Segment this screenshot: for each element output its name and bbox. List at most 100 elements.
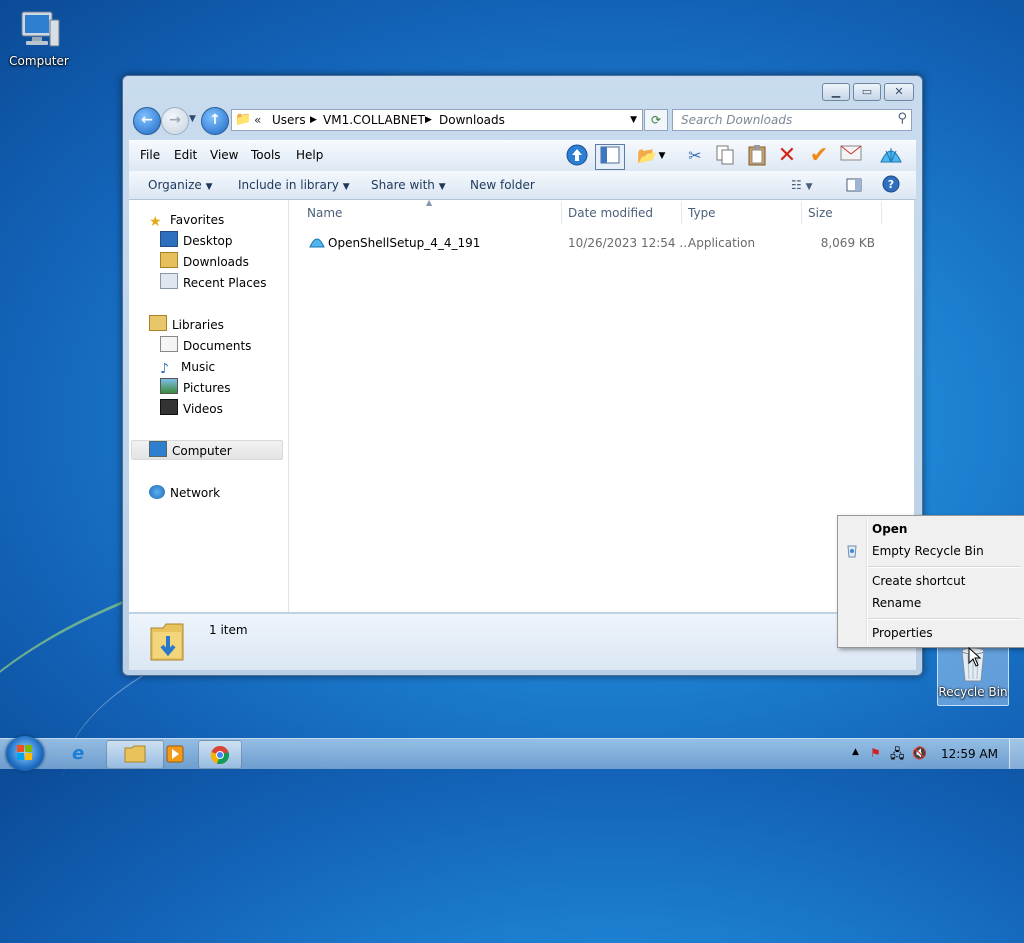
downloads-folder-icon	[160, 252, 178, 268]
recycle-bin-small-icon	[845, 544, 859, 561]
arrow-left-icon: ←	[141, 112, 153, 128]
item-count: 1 item	[209, 623, 248, 637]
paste-icon[interactable]	[745, 144, 769, 168]
up-button[interactable]: ↑	[201, 107, 229, 135]
checkmark-icon[interactable]: ✔	[807, 144, 831, 168]
close-window-button[interactable]: ✕	[884, 83, 914, 101]
include-in-library-button[interactable]: Include in library ▼	[238, 178, 350, 192]
star-icon: ★	[149, 214, 162, 230]
show-hidden-icons-icon[interactable]: ▲	[852, 747, 859, 757]
cut-icon[interactable]: ✂	[683, 144, 707, 168]
address-overflow[interactable]: «	[254, 110, 261, 130]
file-type: Application	[688, 236, 756, 250]
menu-bar: File Edit View Tools Help 📂 ▼ ✂ ✕ ✔	[129, 140, 916, 172]
search-box[interactable]: Search Downloads ⚲	[672, 109, 912, 131]
taskbar-windows-explorer[interactable]	[106, 740, 164, 769]
clock[interactable]: 12:59 AM	[941, 747, 998, 761]
minimize-icon: ▁	[831, 85, 841, 98]
network-tray-icon[interactable]: 🖧	[890, 745, 905, 767]
menu-item-create-shortcut[interactable]: Create shortcut	[872, 574, 965, 588]
navigation-pane: ★ Favorites Desktop Downloads Recent Plac…	[129, 200, 289, 612]
include-in-library-label: Include in library	[238, 178, 339, 192]
command-bar: Organize ▼ Include in library ▼ Share wi…	[129, 171, 916, 200]
menu-view[interactable]: View	[210, 148, 238, 162]
menu-gutter	[866, 518, 868, 645]
menu-item-open[interactable]: Open	[872, 522, 907, 536]
breadcrumb-separator-icon[interactable]: ▶	[425, 110, 432, 130]
nav-label: Computer	[172, 444, 232, 458]
preview-pane-button[interactable]	[846, 178, 862, 195]
chevron-down-icon: ▼	[438, 182, 446, 192]
breadcrumb-separator-icon[interactable]: ▶	[310, 110, 317, 130]
search-placeholder: Search Downloads	[681, 113, 793, 127]
recent-pages-dropdown[interactable]: ▼	[189, 114, 196, 124]
desktop-icon-computer[interactable]: Computer	[4, 8, 74, 68]
breadcrumb-user[interactable]: VM1.COLLABNET	[323, 110, 425, 130]
menu-tools[interactable]: Tools	[251, 148, 281, 162]
breadcrumb-downloads[interactable]: Downloads	[439, 110, 505, 130]
recent-places-icon	[160, 273, 178, 289]
address-dropdown-icon[interactable]: ▼	[630, 110, 637, 130]
dropdown-arrow-icon[interactable]: ▼	[655, 144, 669, 168]
nav-music[interactable]: ♪ Music	[160, 357, 215, 377]
taskbar-chrome[interactable]	[198, 740, 242, 769]
nav-label: Favorites	[170, 213, 225, 227]
context-menu: Open Empty Recycle Bin Create shortcut R…	[837, 515, 1024, 648]
delete-icon[interactable]: ✕	[775, 144, 799, 168]
nav-libraries[interactable]: Libraries	[149, 315, 224, 335]
back-button[interactable]: ←	[133, 107, 161, 135]
open-shell-icon[interactable]	[879, 144, 903, 168]
minimize-button[interactable]: ▁	[822, 83, 850, 101]
folder-icon: 📁	[235, 112, 252, 127]
menu-file[interactable]: File	[140, 148, 160, 162]
action-center-icon[interactable]: ⚑	[870, 746, 881, 760]
media-player-icon	[166, 745, 184, 763]
nav-computer[interactable]: Computer	[131, 440, 283, 460]
share-with-button[interactable]: Share with ▼	[371, 178, 446, 192]
menu-help[interactable]: Help	[296, 148, 323, 162]
nav-label: Network	[170, 486, 221, 500]
breadcrumb-users[interactable]: Users	[272, 110, 306, 130]
up-level-icon[interactable]	[565, 144, 589, 168]
computer-icon	[149, 441, 167, 457]
copy-icon[interactable]	[713, 144, 737, 168]
taskbar-internet-explorer[interactable]: e	[54, 740, 110, 767]
libraries-icon	[149, 315, 167, 331]
nav-pictures[interactable]: Pictures	[160, 378, 231, 398]
file-date: 10/26/2023 12:54 ...	[568, 236, 691, 250]
start-button[interactable]	[6, 736, 44, 771]
nav-documents[interactable]: Documents	[160, 336, 251, 356]
share-with-label: Share with	[371, 178, 435, 192]
documents-icon	[160, 336, 178, 352]
nav-network[interactable]: Network	[149, 483, 220, 503]
nav-label: Downloads	[183, 255, 249, 269]
desktop-icon	[160, 231, 178, 247]
nav-favorites[interactable]: ★ Favorites	[149, 210, 224, 230]
menu-item-empty-recycle-bin[interactable]: Empty Recycle Bin	[872, 544, 984, 558]
taskbar: e ▲ ⚑ 🖧 🔇 12:59 AM	[0, 736, 1024, 771]
help-button[interactable]: ?	[882, 175, 900, 196]
maximize-button[interactable]: ▭	[853, 83, 881, 101]
network-icon	[149, 485, 165, 499]
preview-pane-toggle-icon[interactable]	[595, 144, 625, 170]
nav-downloads[interactable]: Downloads	[160, 252, 249, 272]
menu-item-properties[interactable]: Properties	[872, 626, 933, 640]
nav-videos[interactable]: Videos	[160, 399, 223, 419]
change-view-button[interactable]: ☷ ▼	[791, 178, 813, 192]
forward-button[interactable]: →	[161, 107, 189, 135]
address-bar[interactable]: 📁 « Users ▶ VM1.COLLABNET ▶ Downloads ▼	[231, 109, 643, 131]
new-folder-button[interactable]: New folder	[470, 178, 535, 192]
chevron-down-icon: ▼	[342, 182, 350, 192]
refresh-button[interactable]: ⟳	[644, 109, 668, 131]
search-icon[interactable]: ⚲	[897, 111, 907, 126]
menu-edit[interactable]: Edit	[174, 148, 197, 162]
nav-desktop[interactable]: Desktop	[160, 231, 233, 251]
file-row[interactable]: OpenShellSetup_4_4_191 10/26/2023 12:54 …	[289, 200, 889, 260]
show-desktop-button[interactable]	[1009, 739, 1024, 769]
organize-button[interactable]: Organize ▼	[148, 178, 213, 192]
email-icon[interactable]	[839, 144, 863, 168]
nav-recent-places[interactable]: Recent Places	[160, 273, 266, 293]
menu-item-rename[interactable]: Rename	[872, 596, 921, 610]
volume-muted-icon[interactable]: 🔇	[912, 746, 927, 760]
navigation-row: ← → ▼ ↑ 📁 « Users ▶ VM1.COLLABNET ▶ Down…	[131, 106, 916, 135]
